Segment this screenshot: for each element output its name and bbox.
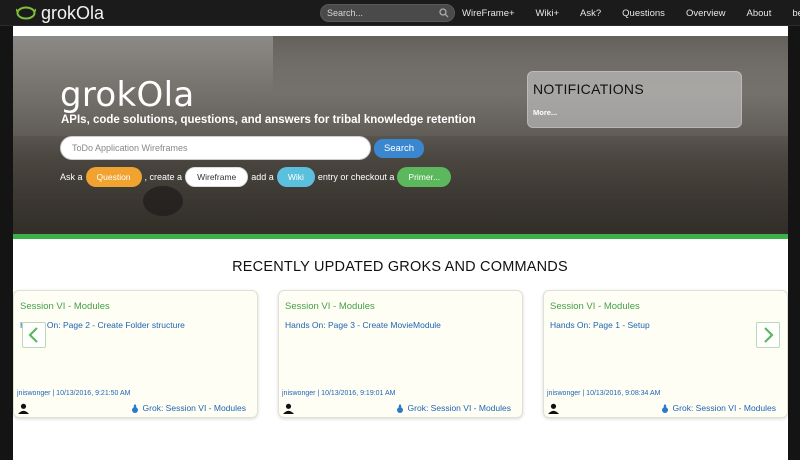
nav-search-box[interactable] — [320, 4, 455, 22]
user-avatar-icon — [283, 403, 294, 414]
brand-link[interactable]: grokOla — [16, 3, 104, 23]
card-meta[interactable]: jniswonger | 10/13/2016, 9:08:34 AM — [547, 390, 661, 397]
notifications-title: NOTIFICATIONS — [533, 81, 644, 97]
user-avatar-icon — [548, 403, 559, 414]
nav-link-questions[interactable]: Questions — [622, 8, 665, 19]
card-session-link[interactable]: Session VI - Modules — [550, 301, 640, 312]
cta-ask-text: Ask a — [60, 172, 83, 182]
nav-links: WireFrame+ Wiki+ Ask? Questions Overview… — [462, 0, 800, 26]
card-grok-label: Grok: Session VI - Modules — [672, 403, 776, 413]
cta-entry-text: entry or checkout a — [317, 172, 395, 182]
notifications-more-link[interactable]: More... — [533, 108, 557, 117]
carousel-next-button[interactable] — [756, 322, 780, 348]
section-title: RECENTLY UPDATED GROKS AND COMMANDS — [232, 259, 568, 275]
hero-search-button[interactable]: Search — [374, 139, 424, 158]
primer-button[interactable]: Primer... — [397, 167, 452, 187]
card-meta[interactable]: jniswonger | 10/13/2016, 9:21:50 AM — [17, 390, 131, 397]
notifications-panel: NOTIFICATIONS More... — [527, 71, 742, 128]
right-gutter — [788, 26, 800, 460]
carousel-prev-button[interactable] — [22, 322, 46, 348]
hero-search-input[interactable]: ToDo Application Wireframes — [60, 136, 371, 160]
question-button[interactable]: Question — [85, 167, 142, 187]
chevron-right-icon — [764, 327, 774, 343]
cta-create-text: , create a — [144, 172, 183, 182]
card-session-link[interactable]: Session VI - Modules — [20, 301, 110, 312]
card-grok-link[interactable]: Grok: Session VI - Modules — [661, 403, 776, 413]
cta-add-text: add a — [251, 172, 274, 182]
card-session-link[interactable]: Session VI - Modules — [285, 301, 375, 312]
card-grok-label: Grok: Session VI - Modules — [142, 403, 246, 413]
left-gutter — [0, 26, 13, 460]
hero-subtitle: APIs, code solutions, questions, and ans… — [61, 114, 476, 126]
card-title-link[interactable]: Hands On: Page 1 - Setup — [550, 320, 650, 330]
nav-link-wiki[interactable]: Wiki+ — [536, 8, 560, 19]
hero-banner: grokOla APIs, code solutions, questions,… — [13, 36, 788, 234]
grok-icon — [396, 403, 403, 413]
wireframe-button[interactable]: Wireframe — [185, 167, 249, 187]
grok-icon — [661, 403, 668, 413]
nav-link-about[interactable]: About — [747, 8, 772, 19]
user-name: beye — [792, 7, 800, 19]
nav-link-overview[interactable]: Overview — [686, 8, 726, 19]
top-navbar: grokOla WireFrame+ Wiki+ Ask? Questions … — [0, 0, 800, 26]
chevron-left-icon — [28, 327, 38, 343]
card-grok-link[interactable]: Grok: Session VI - Modules — [396, 403, 511, 413]
nav-search-input[interactable] — [327, 5, 437, 21]
nav-link-ask[interactable]: Ask? — [580, 8, 601, 19]
hero-title: grokOla — [60, 75, 195, 115]
card-grok-label: Grok: Session VI - Modules — [407, 403, 511, 413]
grok-card[interactable]: Session VI - Modules Hands On: Page 2 - … — [13, 290, 258, 418]
user-menu[interactable]: beye — [792, 8, 800, 19]
nav-link-wireframe[interactable]: WireFrame+ — [462, 8, 515, 19]
card-grok-link[interactable]: Grok: Session VI - Modules — [131, 403, 246, 413]
hero-background-splash — [143, 186, 183, 216]
search-icon[interactable] — [439, 8, 449, 18]
hero-divider — [13, 234, 788, 239]
grok-card[interactable]: Session VI - Modules Hands On: Page 1 - … — [543, 290, 788, 418]
wiki-button[interactable]: Wiki — [276, 167, 315, 187]
user-avatar-icon — [18, 403, 29, 414]
cta-row: Ask a Question , create a Wireframe add … — [60, 167, 454, 187]
card-meta[interactable]: jniswonger | 10/13/2016, 9:19:01 AM — [282, 390, 396, 397]
card-title-link[interactable]: Hands On: Page 3 - Create MovieModule — [285, 320, 441, 330]
grokola-logo-icon — [16, 6, 36, 20]
brand-name: grokOla — [41, 2, 105, 23]
grok-card[interactable]: Session VI - Modules Hands On: Page 3 - … — [278, 290, 523, 418]
grok-icon — [131, 403, 138, 413]
